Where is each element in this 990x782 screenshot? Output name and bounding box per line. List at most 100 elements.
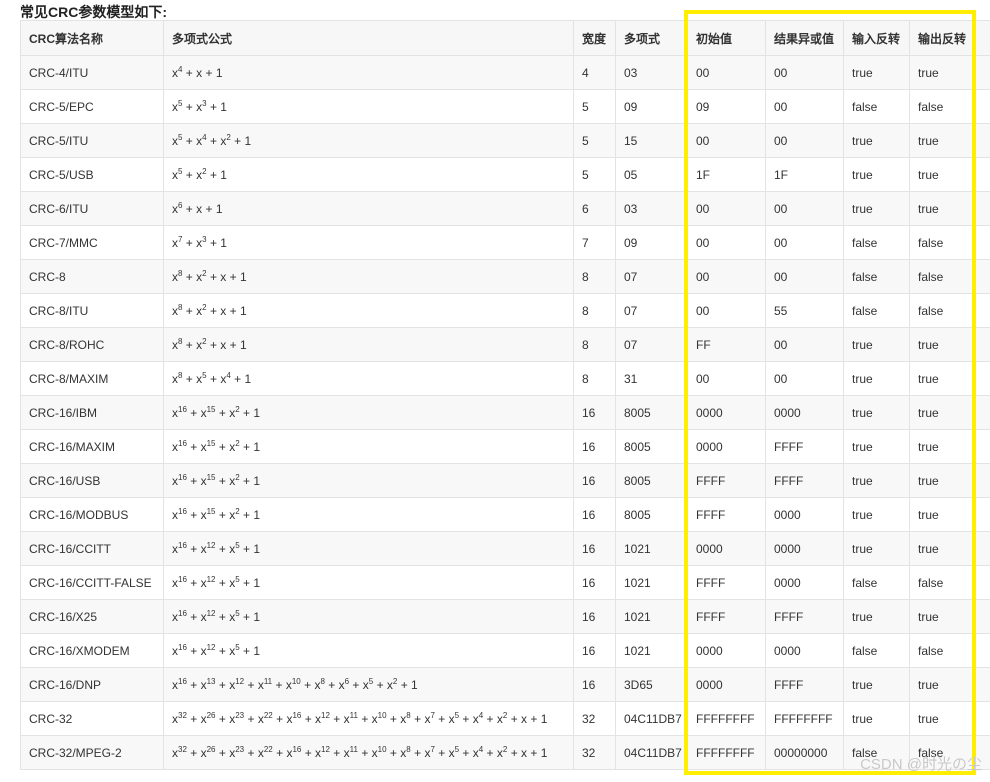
term-operator: + x + 1 (185, 65, 223, 80)
term-exponent: 8 (178, 370, 183, 380)
cell-name: CRC-16/XMODEM (20, 633, 164, 668)
cell-width: 16 (573, 531, 616, 566)
cell-width: 16 (573, 395, 616, 430)
cell-name: CRC-4/ITU (20, 55, 164, 90)
cell-refout: true (909, 123, 990, 158)
cell-polynomial-formula: x16 + x12 + x5 + 1 (163, 599, 574, 634)
cell-width: 16 (573, 429, 616, 464)
term-operator: + (462, 745, 470, 760)
term-exponent: 8 (178, 268, 183, 278)
cell-init: 00 (687, 123, 766, 158)
cell-refout: false (909, 293, 990, 328)
term-operator: + (190, 609, 198, 624)
cell-polynomial-formula: x16 + x15 + x2 + 1 (163, 463, 574, 498)
term-operator: + 1 (243, 575, 261, 590)
term-operator: + (414, 745, 422, 760)
cell-refin: true (843, 463, 910, 498)
term-exponent: 5 (454, 710, 460, 720)
cell-refin: true (843, 667, 910, 702)
cell-polynomial-formula: x7 + x3 + 1 (163, 225, 574, 260)
term-operator: + 1 (209, 99, 227, 114)
term-exponent: 12 (206, 608, 216, 618)
cell-xorout: 0000 (765, 565, 844, 600)
cell-polynomial: 03 (615, 55, 688, 90)
cell-polynomial: 15 (615, 123, 688, 158)
term-operator: + (462, 711, 470, 726)
cell-xorout: 00 (765, 327, 844, 362)
cell-polynomial: 1021 (615, 599, 688, 634)
term-operator: + (218, 745, 226, 760)
cell-name: CRC-16/CCITT-FALSE (20, 565, 164, 600)
cell-name: CRC-16/MAXIM (20, 429, 164, 464)
term-operator: + (304, 677, 312, 692)
term-operator: + (185, 269, 193, 284)
term-operator: + 1 (243, 643, 261, 658)
cell-name: CRC-8/ROHC (20, 327, 164, 362)
term-operator: + x + 1 (209, 337, 247, 352)
term-operator: + 1 (243, 507, 261, 522)
cell-width: 5 (573, 123, 616, 158)
term-operator: + (190, 745, 198, 760)
cell-xorout: 0000 (765, 633, 844, 668)
cell-polynomial: 31 (615, 361, 688, 396)
cell-width: 16 (573, 463, 616, 498)
cell-refout: true (909, 599, 990, 634)
cell-width: 4 (573, 55, 616, 90)
term-operator: + x + 1 (185, 201, 223, 216)
term-exponent: 2 (202, 336, 207, 346)
cell-width: 8 (573, 327, 616, 362)
cell-width: 7 (573, 225, 616, 260)
table-row: CRC-16/DNP x16 + x13 + x12 + x11 + x10 + … (20, 667, 990, 702)
cell-refout: false (909, 633, 990, 668)
term-exponent: 12 (235, 676, 245, 686)
term-exponent: 2 (235, 438, 240, 448)
cell-polynomial: 05 (615, 157, 688, 192)
cell-width: 8 (573, 259, 616, 294)
cell-polynomial: 3D65 (615, 667, 688, 702)
cell-init: 1F (687, 157, 766, 192)
cell-name: CRC-5/EPC (20, 89, 164, 124)
cell-xorout: 00 (765, 55, 844, 90)
header-refin: 输入反转 (843, 20, 910, 56)
term-exponent: 2 (226, 132, 231, 142)
term-operator: + (218, 677, 226, 692)
term-exponent: 4 (202, 132, 207, 142)
term-operator: + (275, 677, 283, 692)
term-operator: + 1 (243, 405, 261, 420)
header-xorout: 结果异或值 (765, 20, 844, 56)
term-exponent: 8 (406, 710, 411, 720)
term-exponent: 5 (235, 642, 240, 652)
term-operator: + (328, 677, 336, 692)
term-exponent: 5 (368, 676, 374, 686)
term-exponent: 16 (178, 608, 187, 618)
cell-xorout: FFFF (765, 429, 844, 464)
page-heading: 常见CRC参数模型如下: (20, 4, 167, 20)
cell-init: FFFFFFFF (687, 701, 766, 736)
term-exponent: 5 (454, 744, 460, 754)
cell-name: CRC-32/MPEG-2 (20, 735, 164, 770)
cell-init: 00 (687, 191, 766, 226)
term-operator: + (304, 711, 312, 726)
term-operator: + (190, 643, 198, 658)
header-refout: 输出反转 (909, 20, 990, 56)
term-operator: + (218, 643, 226, 658)
cell-refout: true (909, 701, 990, 736)
cell-name: CRC-16/MODBUS (20, 497, 164, 532)
term-operator: + (185, 303, 193, 318)
term-operator: + (276, 711, 284, 726)
table-row: CRC-16/CCITT x16 + x12 + x5 + 1 16 1021 000… (20, 531, 990, 566)
crc-parameter-table: CRC算法名称 多项式公式 宽度 多项式 初始值 结果异或值 输入反转 输出反转… (20, 20, 990, 770)
cell-refout: true (909, 667, 990, 702)
term-exponent: 10 (377, 710, 387, 720)
cell-width: 16 (573, 667, 616, 702)
cell-polynomial: 09 (615, 89, 688, 124)
cell-name: CRC-8/ITU (20, 293, 164, 328)
cell-refout: true (909, 55, 990, 90)
term-exponent: 5 (235, 574, 240, 584)
cell-name: CRC-8 (20, 259, 164, 294)
term-operator: + (185, 99, 193, 114)
cell-refout: true (909, 191, 990, 226)
cell-refin: true (843, 327, 910, 362)
term-operator: + 1 (243, 609, 261, 624)
cell-polynomial-formula: x16 + x12 + x5 + 1 (163, 531, 574, 566)
